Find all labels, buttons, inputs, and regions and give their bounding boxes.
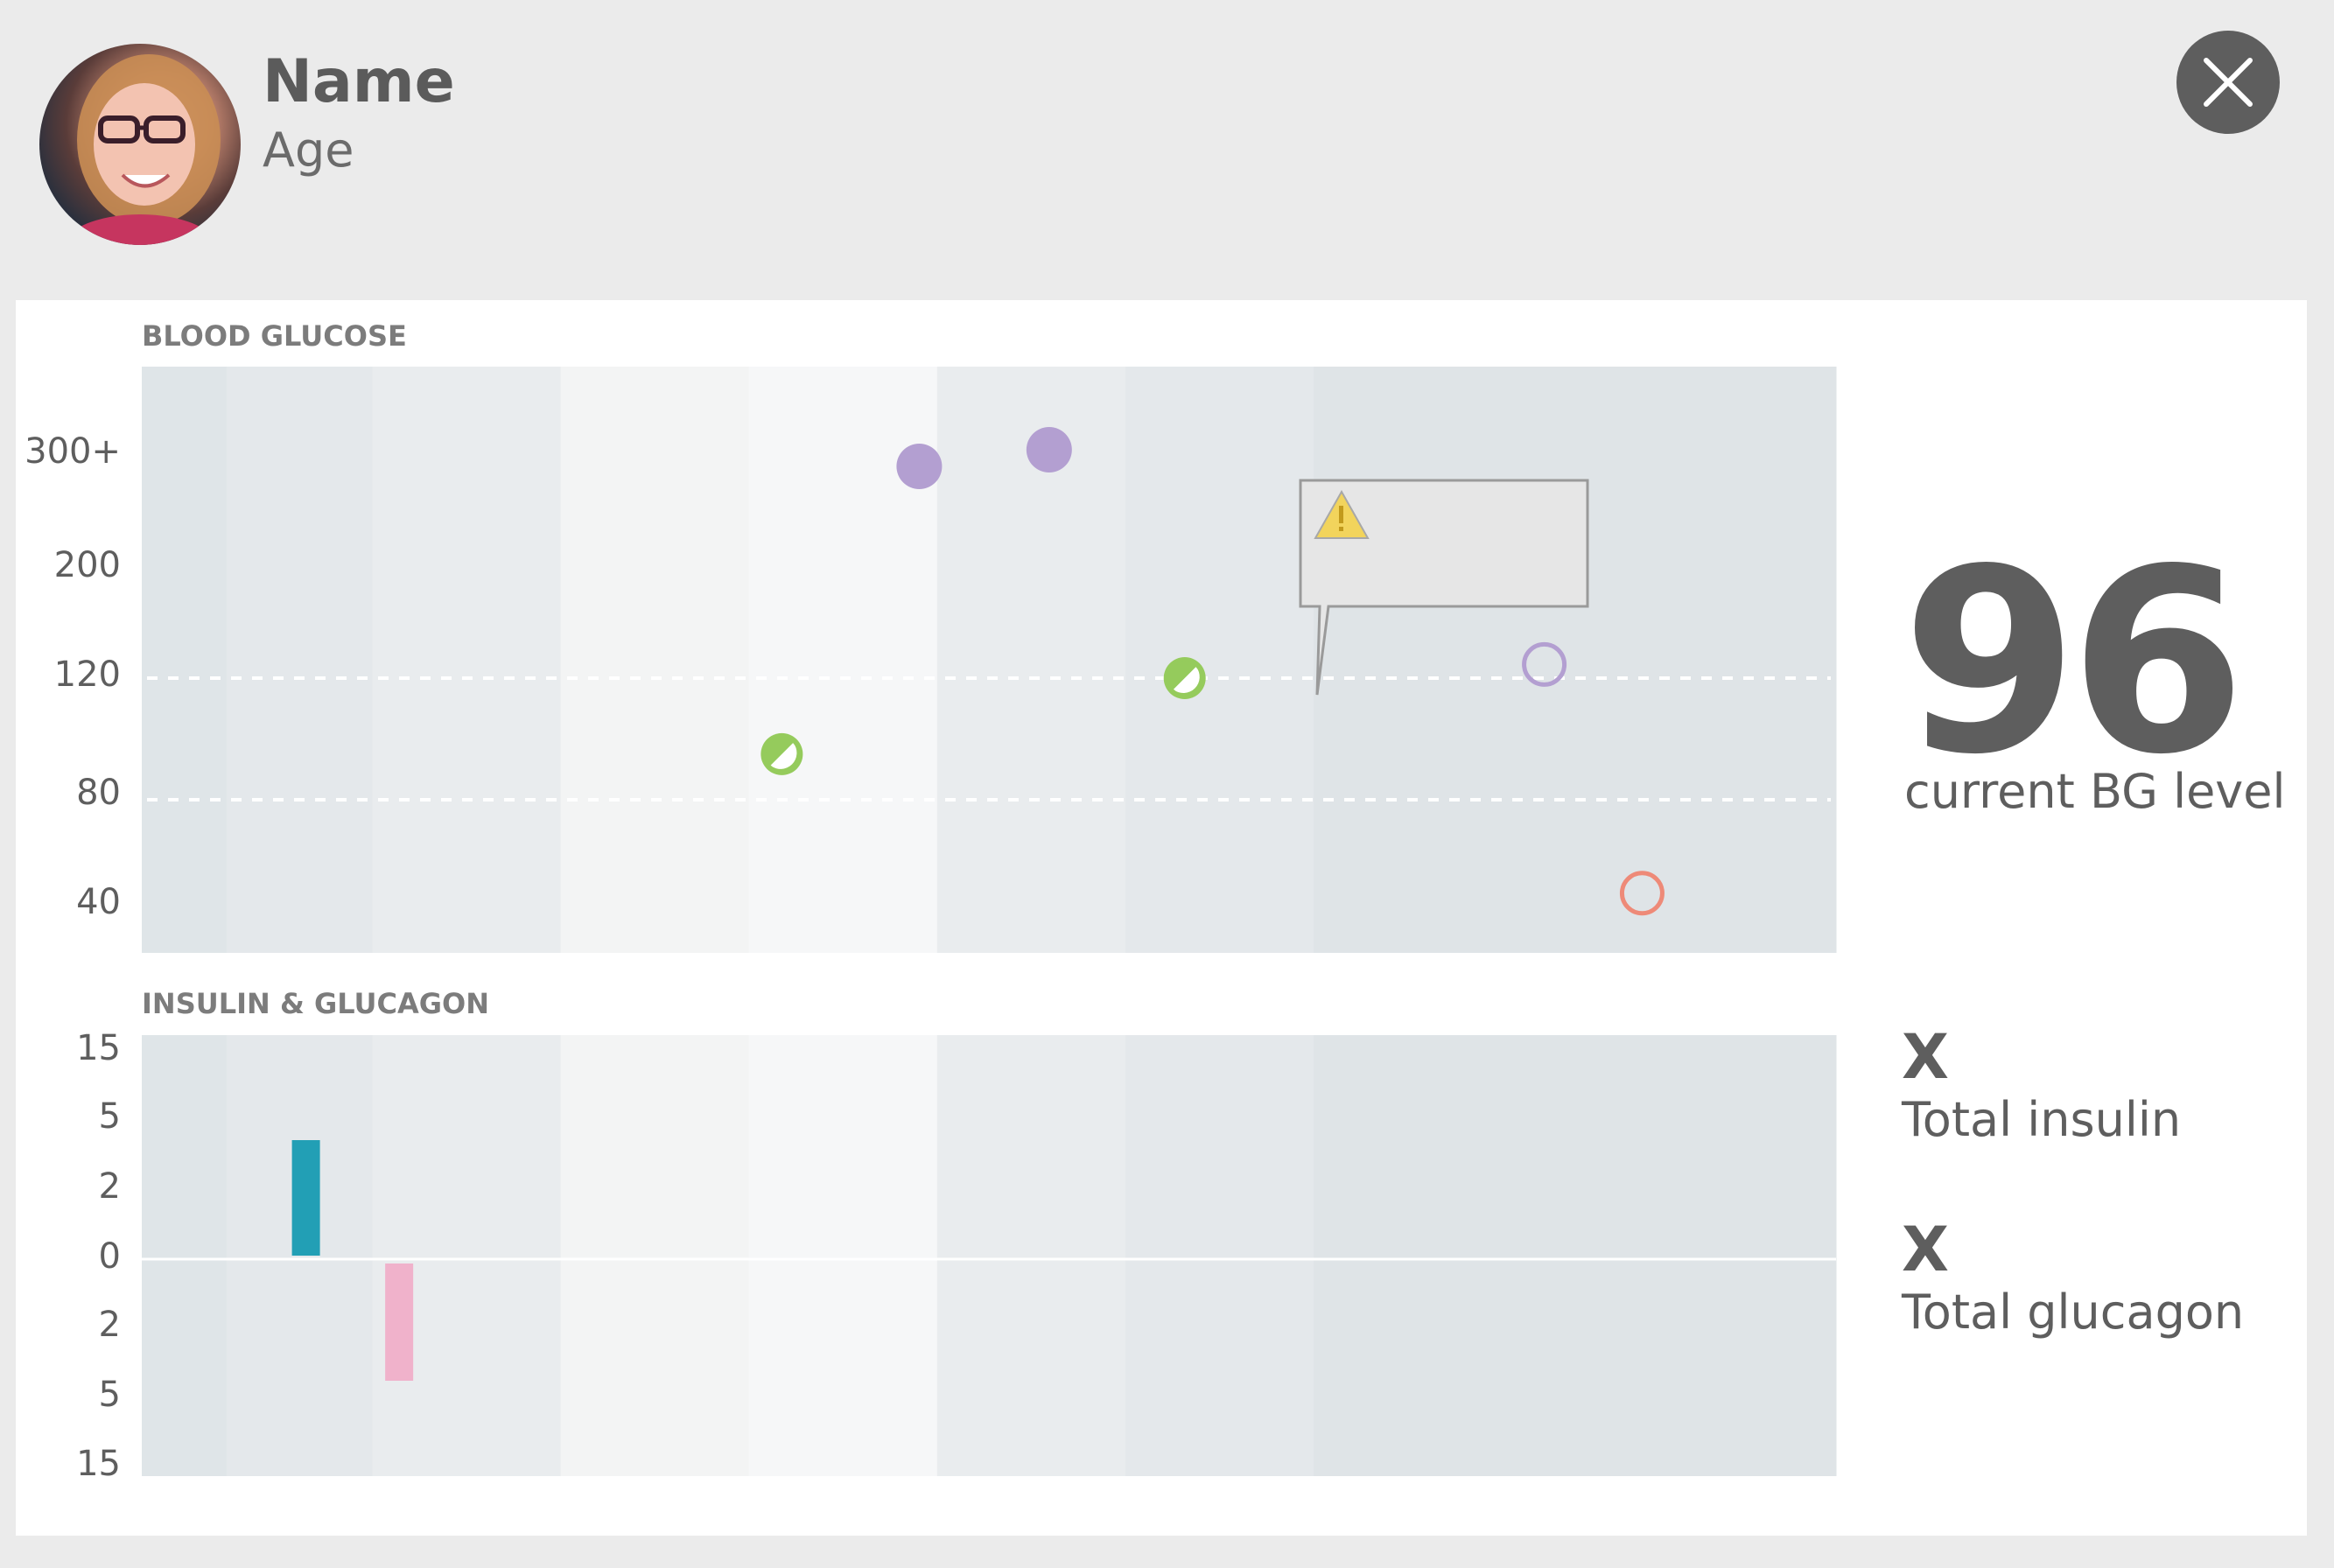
time-band bbox=[748, 1035, 938, 1476]
glucose-point[interactable] bbox=[760, 732, 803, 775]
avatar bbox=[39, 44, 241, 245]
ig-time-bands bbox=[142, 1035, 1837, 1476]
time-band bbox=[1502, 367, 1837, 953]
time-band bbox=[1125, 1035, 1314, 1476]
avatar-photo bbox=[61, 54, 221, 245]
patient-name: Name bbox=[263, 47, 455, 116]
total-glucagon-value: X bbox=[1902, 1214, 1949, 1285]
current-bg-value: 96 bbox=[1902, 515, 2246, 810]
glucose-point[interactable] bbox=[1026, 427, 1072, 472]
time-band bbox=[142, 367, 228, 953]
insulin-bar[interactable] bbox=[291, 1140, 320, 1256]
close-icon bbox=[2204, 58, 2253, 107]
time-band bbox=[372, 1035, 562, 1476]
glucose-point[interactable] bbox=[1163, 657, 1206, 699]
time-band bbox=[560, 367, 750, 953]
time-band bbox=[372, 367, 562, 953]
time-band bbox=[142, 1035, 228, 1476]
glucagon-bar[interactable] bbox=[385, 1264, 414, 1381]
time-band bbox=[1125, 367, 1314, 953]
current-bg-label: current BG level bbox=[1904, 764, 2286, 819]
time-band bbox=[226, 367, 374, 953]
glucose-point[interactable] bbox=[896, 444, 943, 489]
time-band bbox=[936, 1035, 1126, 1476]
time-band bbox=[1502, 1035, 1837, 1476]
charts-panel: BLOOD GLUCOSE INSULIN & GLUCAGON 300+ 20… bbox=[16, 300, 2307, 1536]
patient-header: Name Age bbox=[0, 0, 2334, 298]
total-insulin-value: X bbox=[1902, 1021, 1949, 1093]
time-band bbox=[560, 1035, 750, 1476]
time-band bbox=[1314, 1035, 1503, 1476]
charts-canvas bbox=[142, 367, 1837, 1476]
time-band bbox=[1314, 367, 1503, 953]
bg-time-bands bbox=[142, 367, 1837, 953]
patient-age: Age bbox=[263, 122, 354, 178]
close-button[interactable] bbox=[2176, 31, 2280, 134]
total-insulin-label: Total insulin bbox=[1902, 1092, 2182, 1147]
total-glucagon-label: Total glucagon bbox=[1902, 1284, 2245, 1340]
